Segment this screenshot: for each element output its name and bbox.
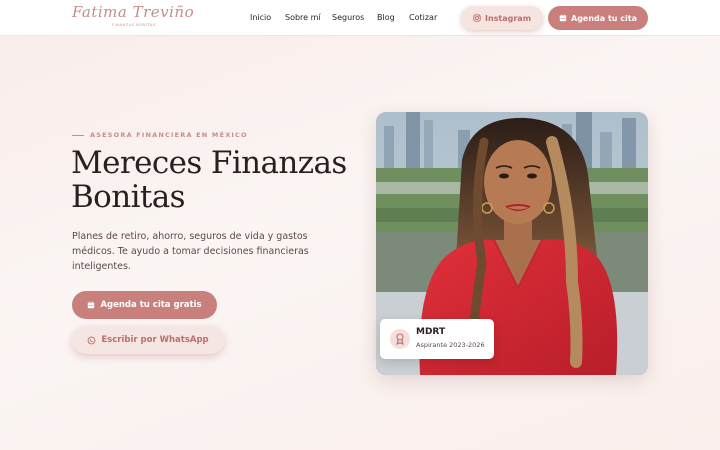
nav-cotizar[interactable]: Cotizar <box>409 13 437 22</box>
eyebrow-text: ASESORA FINANCIERA EN MÉXICO <box>90 131 248 139</box>
hero-title-line1: Mereces Finanzas <box>71 145 347 181</box>
eyebrow-divider <box>72 134 84 136</box>
badge-title: MDRT <box>416 327 446 337</box>
hero-description: Planes de retiro, ahorro, seguros de vid… <box>72 231 309 272</box>
agenda-button[interactable]: Agenda tu cita <box>548 6 648 30</box>
nav-blog[interactable]: Blog <box>377 13 395 22</box>
nav-seguros[interactable]: Seguros <box>332 13 364 22</box>
logo-text: Fatima Treviño <box>72 3 195 21</box>
mdrt-badge: MDRT Aspirante 2023-2026 <box>380 319 494 359</box>
schedule-free-label: Agenda tu cita gratis <box>100 300 202 310</box>
badge-subtitle: Aspirante 2023-2026 <box>416 341 485 349</box>
hero-title: Mereces Finanzas Bonitas <box>71 146 361 214</box>
nav-sobre-mi[interactable]: Sobre mí <box>285 13 321 22</box>
instagram-icon <box>473 14 481 22</box>
whatsapp-icon <box>87 336 96 344</box>
agenda-label: Agenda tu cita <box>571 13 637 23</box>
hero-title-line2: Bonitas <box>71 179 186 215</box>
logo-tagline: Finanzas Bonitas <box>112 23 156 27</box>
instagram-button[interactable]: Instagram <box>461 6 543 30</box>
logo[interactable]: Fatima Treviño Finanzas Bonitas <box>72 3 194 31</box>
award-icon <box>390 329 410 349</box>
nav-inicio[interactable]: Inicio <box>250 13 271 22</box>
calendar-icon <box>88 301 95 309</box>
calendar-icon <box>559 14 567 22</box>
whatsapp-label: Escribir por WhatsApp <box>101 335 209 345</box>
hero-eyebrow: ASESORA FINANCIERA EN MÉXICO <box>72 131 248 139</box>
site-header: Fatima Treviño Finanzas Bonitas Inicio S… <box>0 0 720 36</box>
instagram-label: Instagram <box>484 13 532 23</box>
whatsapp-button[interactable]: Escribir por WhatsApp <box>72 326 224 354</box>
schedule-free-button[interactable]: Agenda tu cita gratis <box>72 291 217 319</box>
